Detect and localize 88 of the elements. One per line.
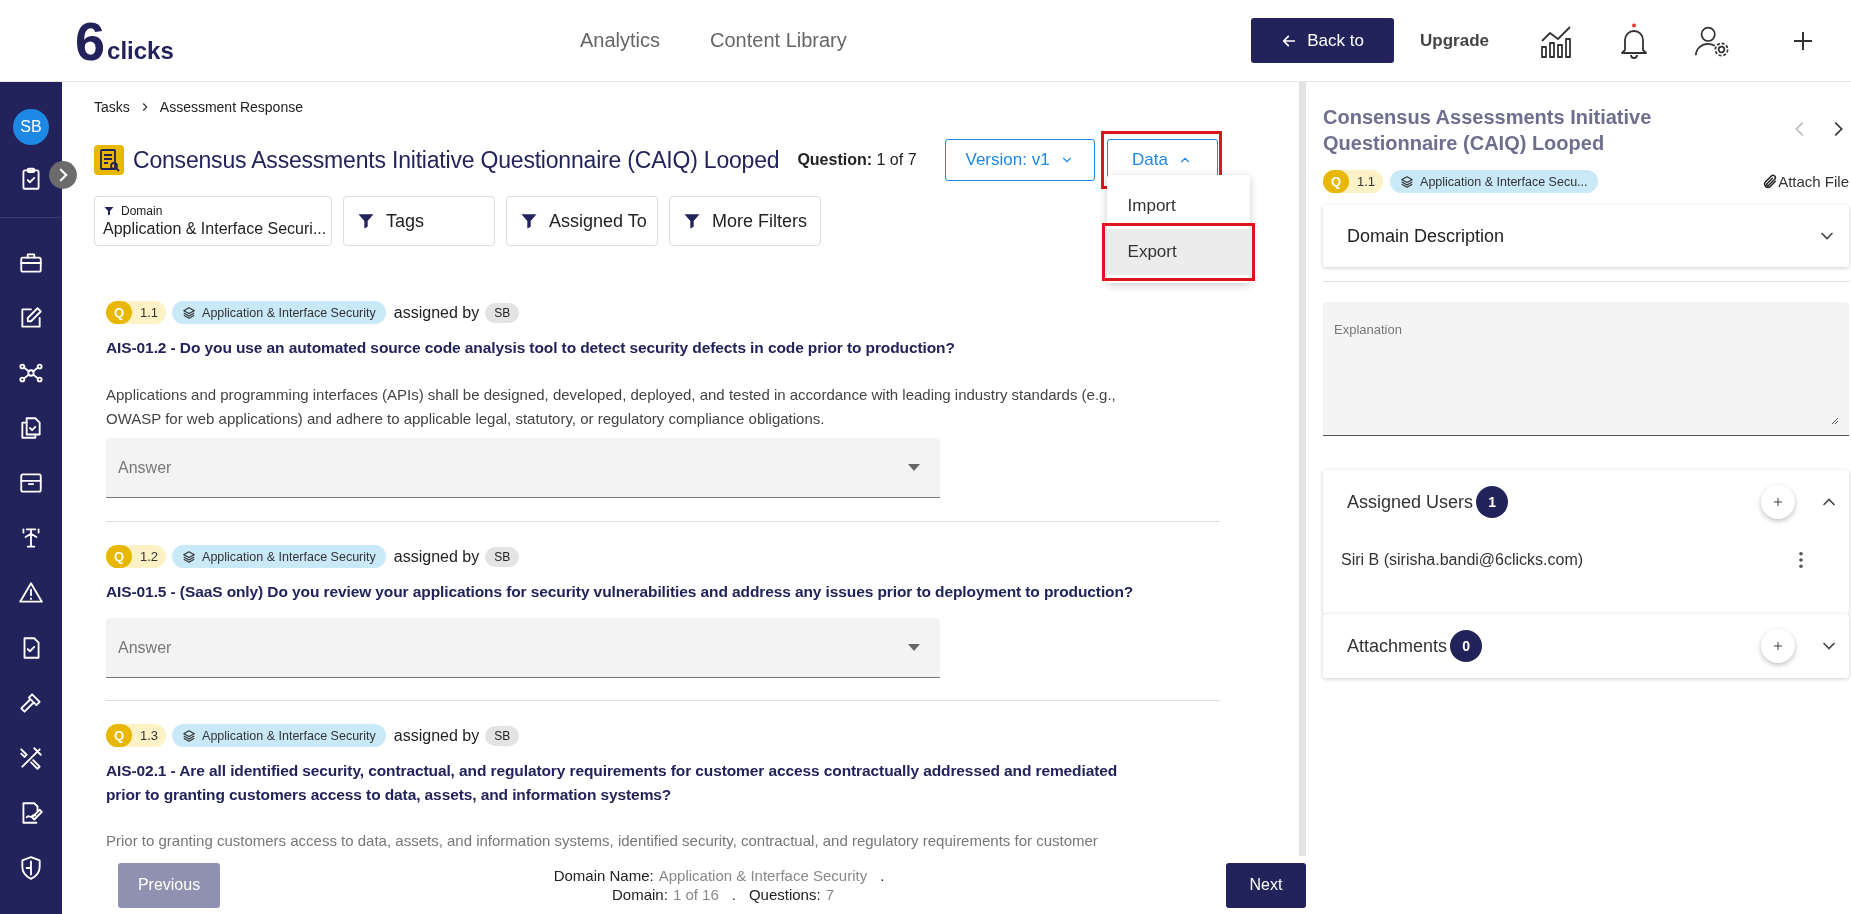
question-title: AIS-02.1 - Are all identified security, contractual, and regulatory requirements for customer access contractually addressed and remediated prior to granting customers access to data, assets, and information systems?: [106, 761, 1119, 805]
nav-link[interactable]: Analytics: [580, 29, 661, 52]
domain-name: Application & Interface Security: [202, 305, 376, 320]
tools-icon[interactable]: [18, 745, 44, 771]
question-number: 1.3: [140, 728, 159, 743]
funnel-icon: [103, 205, 115, 217]
assigned-by-label: assigned by: [393, 726, 480, 745]
question-title: AIS-01.2 - Do you use an automated source code analysis tool to detect security defects in code prior to production?: [106, 338, 956, 358]
question-title: AIS-01.5 - (SaaS only) Do you review your applications for security vulnerabilities and address any issues prior to deployment to production?: [106, 582, 1135, 602]
filter-button[interactable]: Domain Application & Interface Securi...: [94, 196, 332, 246]
plus-icon: [1771, 639, 1785, 653]
funnel-icon: [356, 211, 376, 231]
questionnaire-icon: [94, 145, 124, 175]
q-marker: Q: [106, 724, 132, 747]
user-avatar[interactable]: SB: [13, 109, 49, 145]
questions-label: Questions:: [748, 885, 821, 904]
separator-dot: .: [731, 885, 736, 904]
question-number: 1.1: [140, 305, 159, 320]
layers-icon: [1400, 174, 1415, 189]
archive-box-icon[interactable]: [18, 470, 44, 496]
separator-dot: .: [880, 866, 885, 885]
back-button[interactable]: Back to: [1251, 18, 1395, 63]
menu-item[interactable]: Import: [1106, 183, 1250, 229]
question-description: Prior to granting customers access to data, assets, and information systems, identified security, contractual, and regulatory requirements for customer: [106, 831, 1099, 851]
resize-handle-icon: [1829, 415, 1839, 425]
warning-icon[interactable]: [18, 580, 44, 606]
assignee-initials: SB: [485, 725, 520, 746]
attach-file-link[interactable]: Attach File: [1762, 173, 1849, 190]
assigned-by-label: assigned by: [393, 303, 480, 322]
question-number: 1.1: [1357, 174, 1376, 189]
assigned-by-label: assigned by: [393, 547, 480, 566]
caret-down-icon: [908, 463, 920, 472]
breadcrumb-link[interactable]: Assessment Response: [159, 99, 303, 115]
arrow-left-icon: [1281, 32, 1298, 49]
page-title: Consensus Assessments Initiative Questionnaire (CAIQ) Looped: [133, 146, 780, 174]
domain-name-label: Domain Name:: [553, 866, 654, 885]
assignee-initials: SB: [485, 546, 520, 567]
nav-link[interactable]: Content Library: [710, 29, 847, 52]
domain-name-value: Application & Interface Security: [658, 866, 868, 885]
answer-dropdown[interactable]: Answer: [106, 618, 940, 678]
section-title: Attachments: [1347, 635, 1448, 657]
funnel-icon: [519, 211, 539, 231]
filter-button[interactable]: More Filters: [669, 196, 821, 246]
expand-sidebar-icon[interactable]: [48, 160, 78, 190]
layers-icon: [182, 305, 197, 320]
domain-value: 1 of 16: [672, 885, 719, 904]
next-button[interactable]: Next: [1226, 862, 1306, 908]
assignee-initials: SB: [485, 302, 520, 323]
section-title: Assigned Users: [1347, 491, 1474, 513]
domain-description-header[interactable]: Domain Description: [1323, 205, 1849, 267]
caret-down-icon: [908, 643, 920, 652]
question-number: 1.2: [140, 549, 159, 564]
q-marker: Q: [106, 545, 132, 568]
domain-name: Application & Interface Security: [202, 549, 376, 564]
questions-value: 7: [825, 885, 834, 904]
layers-icon: [182, 549, 197, 564]
funnel-icon: [682, 211, 702, 231]
logo-mark: 6: [75, 15, 106, 66]
q-marker: Q: [1323, 170, 1349, 193]
domain-name: Application & Interface Secu...: [1420, 174, 1588, 189]
user-name: Siri B (sirisha.bandi@6clicks.com): [1341, 551, 1584, 569]
question-counter: Question: 1 of 7: [797, 151, 917, 169]
count-badge: 1: [1476, 486, 1509, 518]
domain-label: Domain:: [612, 885, 668, 904]
question-description: Applications and programming interfaces (APIs) shall be designed, developed, deployed, and tested in accordance with leading industry standards (e.g., OWASP for web applications) and adhere to applicable legal, statutory, or regulatory compliance obligations.: [106, 385, 1117, 429]
filter-button[interactable]: Assigned To: [506, 196, 658, 246]
documents-icon[interactable]: [18, 415, 44, 441]
add-button[interactable]: [1761, 485, 1795, 519]
upgrade-link[interactable]: Upgrade: [1420, 30, 1489, 51]
plus-icon: [1771, 495, 1785, 509]
shield-icon[interactable]: [18, 855, 44, 881]
filter-button[interactable]: Tags: [343, 196, 495, 246]
menu-item[interactable]: Export: [1106, 229, 1250, 275]
version-dropdown[interactable]: Version: v1: [944, 139, 1095, 181]
layers-icon: [182, 728, 197, 743]
more-options-icon[interactable]: [1798, 551, 1804, 569]
q-marker: Q: [106, 301, 132, 324]
briefcase-icon[interactable]: [18, 250, 44, 276]
add-button[interactable]: [1761, 629, 1795, 663]
paperclip-icon: [1762, 173, 1779, 190]
breadcrumb-link[interactable]: Tasks: [94, 99, 130, 115]
count-badge: 0: [1450, 630, 1483, 662]
logo-text: clicks: [107, 35, 174, 66]
explanation-field[interactable]: Explanation: [1323, 302, 1849, 436]
detail-title: Consensus Assessments Initiative Questionnaire (CAIQ) Looped: [1323, 105, 1653, 156]
pencil-square-icon[interactable]: [18, 305, 44, 331]
domain-name: Application & Interface Security: [202, 728, 376, 743]
answer-dropdown[interactable]: Answer: [106, 438, 940, 498]
